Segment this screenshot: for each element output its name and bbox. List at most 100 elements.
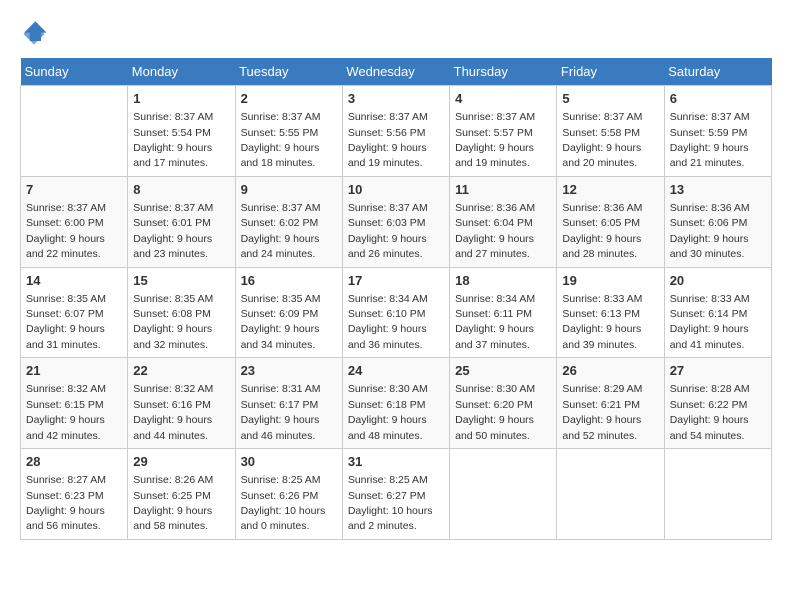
day-sunrise: Sunrise: 8:37 AM (26, 202, 106, 214)
calendar-cell: 2Sunrise: 8:37 AMSunset: 5:55 PMDaylight… (235, 86, 342, 177)
day-daylight: Daylight: 9 hours and 42 minutes. (26, 414, 105, 441)
day-number: 31 (348, 453, 444, 471)
day-daylight: Daylight: 9 hours and 44 minutes. (133, 414, 212, 441)
weekday-header-row: SundayMondayTuesdayWednesdayThursdayFrid… (21, 58, 772, 86)
day-number: 20 (670, 272, 766, 290)
day-sunset: Sunset: 6:21 PM (562, 399, 640, 411)
day-sunset: Sunset: 5:57 PM (455, 127, 533, 139)
day-sunrise: Sunrise: 8:26 AM (133, 474, 213, 486)
day-sunrise: Sunrise: 8:32 AM (26, 383, 106, 395)
calendar-cell: 24Sunrise: 8:30 AMSunset: 6:18 PMDayligh… (342, 358, 449, 449)
day-sunset: Sunset: 6:00 PM (26, 217, 104, 229)
day-sunset: Sunset: 6:20 PM (455, 399, 533, 411)
day-sunset: Sunset: 5:59 PM (670, 127, 748, 139)
day-sunset: Sunset: 6:17 PM (241, 399, 319, 411)
day-sunset: Sunset: 6:11 PM (455, 308, 532, 320)
day-sunrise: Sunrise: 8:28 AM (670, 383, 750, 395)
day-daylight: Daylight: 9 hours and 50 minutes. (455, 414, 534, 441)
calendar-cell: 15Sunrise: 8:35 AMSunset: 6:08 PMDayligh… (128, 267, 235, 358)
calendar-cell: 30Sunrise: 8:25 AMSunset: 6:26 PMDayligh… (235, 449, 342, 540)
calendar-cell: 29Sunrise: 8:26 AMSunset: 6:25 PMDayligh… (128, 449, 235, 540)
day-number: 24 (348, 362, 444, 380)
day-number: 7 (26, 181, 122, 199)
day-number: 27 (670, 362, 766, 380)
day-number: 10 (348, 181, 444, 199)
day-sunset: Sunset: 5:54 PM (133, 127, 211, 139)
day-sunset: Sunset: 6:04 PM (455, 217, 533, 229)
day-sunset: Sunset: 6:16 PM (133, 399, 211, 411)
day-sunrise: Sunrise: 8:29 AM (562, 383, 642, 395)
day-daylight: Daylight: 9 hours and 52 minutes. (562, 414, 641, 441)
day-sunrise: Sunrise: 8:37 AM (348, 111, 428, 123)
day-sunrise: Sunrise: 8:30 AM (455, 383, 535, 395)
calendar-cell: 19Sunrise: 8:33 AMSunset: 6:13 PMDayligh… (557, 267, 664, 358)
day-daylight: Daylight: 9 hours and 28 minutes. (562, 233, 641, 260)
day-sunset: Sunset: 6:09 PM (241, 308, 319, 320)
day-sunrise: Sunrise: 8:37 AM (455, 111, 535, 123)
day-daylight: Daylight: 9 hours and 22 minutes. (26, 233, 105, 260)
day-sunrise: Sunrise: 8:36 AM (562, 202, 642, 214)
day-sunset: Sunset: 5:58 PM (562, 127, 640, 139)
day-number: 13 (670, 181, 766, 199)
day-number: 1 (133, 90, 229, 108)
calendar-table: SundayMondayTuesdayWednesdayThursdayFrid… (20, 58, 772, 540)
calendar-cell: 9Sunrise: 8:37 AMSunset: 6:02 PMDaylight… (235, 176, 342, 267)
day-sunrise: Sunrise: 8:37 AM (670, 111, 750, 123)
day-sunset: Sunset: 6:02 PM (241, 217, 319, 229)
day-number: 5 (562, 90, 658, 108)
day-number: 8 (133, 181, 229, 199)
day-sunset: Sunset: 6:13 PM (562, 308, 640, 320)
day-daylight: Daylight: 9 hours and 37 minutes. (455, 323, 534, 350)
calendar-cell: 18Sunrise: 8:34 AMSunset: 6:11 PMDayligh… (450, 267, 557, 358)
day-daylight: Daylight: 9 hours and 19 minutes. (455, 142, 534, 169)
day-daylight: Daylight: 9 hours and 18 minutes. (241, 142, 320, 169)
day-sunrise: Sunrise: 8:35 AM (241, 293, 321, 305)
day-number: 21 (26, 362, 122, 380)
day-sunrise: Sunrise: 8:37 AM (133, 202, 213, 214)
day-sunset: Sunset: 6:18 PM (348, 399, 426, 411)
day-number: 23 (241, 362, 337, 380)
weekday-header: Wednesday (342, 58, 449, 86)
weekday-header: Sunday (21, 58, 128, 86)
calendar-cell: 1 Sunrise: 8:37 AM Sunset: 5:54 PM Daylight… (128, 86, 235, 177)
calendar-cell: 5Sunrise: 8:37 AMSunset: 5:58 PMDaylight… (557, 86, 664, 177)
day-sunrise: Sunrise: 8:37 AM (133, 111, 213, 123)
calendar-cell: 12Sunrise: 8:36 AMSunset: 6:05 PMDayligh… (557, 176, 664, 267)
day-number: 28 (26, 453, 122, 471)
day-sunset: Sunset: 6:15 PM (26, 399, 104, 411)
day-sunrise: Sunrise: 8:35 AM (26, 293, 106, 305)
day-daylight: Daylight: 9 hours and 34 minutes. (241, 323, 320, 350)
day-daylight: Daylight: 9 hours and 27 minutes. (455, 233, 534, 260)
day-sunset: Sunset: 6:01 PM (133, 217, 211, 229)
day-daylight: Daylight: 9 hours and 32 minutes. (133, 323, 212, 350)
calendar-cell (450, 449, 557, 540)
day-sunrise: Sunrise: 8:31 AM (241, 383, 321, 395)
day-daylight: Daylight: 9 hours and 39 minutes. (562, 323, 641, 350)
day-daylight: Daylight: 9 hours and 17 minutes. (133, 142, 212, 169)
day-sunrise: Sunrise: 8:37 AM (241, 111, 321, 123)
day-daylight: Daylight: 9 hours and 31 minutes. (26, 323, 105, 350)
logo-icon (20, 20, 48, 48)
calendar-cell: 11Sunrise: 8:36 AMSunset: 6:04 PMDayligh… (450, 176, 557, 267)
day-number: 15 (133, 272, 229, 290)
calendar-week-row: 21 Sunrise: 8:32 AM Sunset: 6:15 PM Dayligh… (21, 358, 772, 449)
calendar-cell: 8Sunrise: 8:37 AMSunset: 6:01 PMDaylight… (128, 176, 235, 267)
day-daylight: Daylight: 9 hours and 30 minutes. (670, 233, 749, 260)
calendar-cell: 6Sunrise: 8:37 AMSunset: 5:59 PMDaylight… (664, 86, 771, 177)
day-sunset: Sunset: 6:27 PM (348, 490, 426, 502)
day-daylight: Daylight: 9 hours and 24 minutes. (241, 233, 320, 260)
day-sunrise: Sunrise: 8:30 AM (348, 383, 428, 395)
day-daylight: Daylight: 10 hours and 0 minutes. (241, 505, 326, 532)
calendar-cell (21, 86, 128, 177)
day-daylight: Daylight: 9 hours and 56 minutes. (26, 505, 105, 532)
day-sunrise: Sunrise: 8:32 AM (133, 383, 213, 395)
calendar-week-row: 28Sunrise: 8:27 AMSunset: 6:23 PMDayligh… (21, 449, 772, 540)
day-number: 22 (133, 362, 229, 380)
day-sunset: Sunset: 6:23 PM (26, 490, 104, 502)
day-sunrise: Sunrise: 8:37 AM (562, 111, 642, 123)
day-daylight: Daylight: 9 hours and 58 minutes. (133, 505, 212, 532)
day-number: 18 (455, 272, 551, 290)
day-number: 11 (455, 181, 551, 199)
calendar-cell: 4Sunrise: 8:37 AMSunset: 5:57 PMDaylight… (450, 86, 557, 177)
calendar-cell: 23Sunrise: 8:31 AMSunset: 6:17 PMDayligh… (235, 358, 342, 449)
